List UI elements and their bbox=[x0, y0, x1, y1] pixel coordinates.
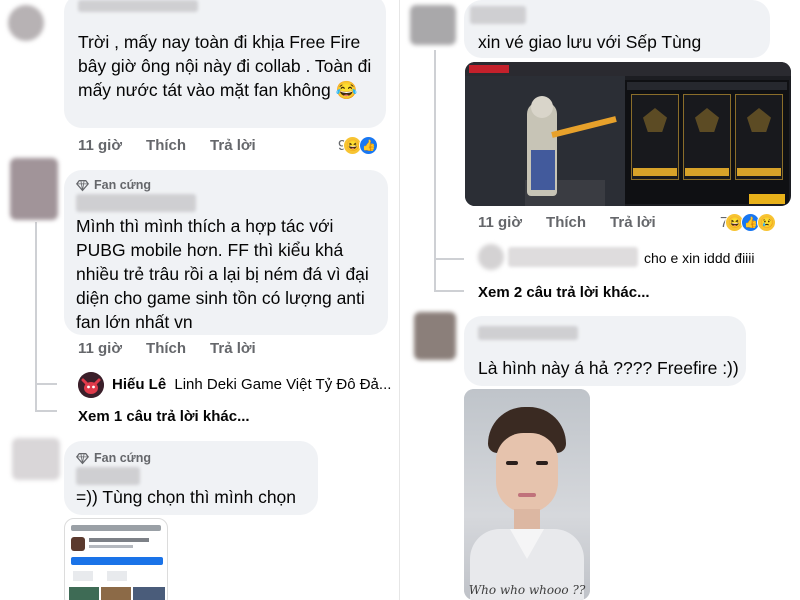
gamer-avatar-icon bbox=[78, 372, 104, 398]
commenter-name[interactable] bbox=[478, 326, 578, 340]
diamond-icon bbox=[76, 452, 89, 464]
commenter-avatar[interactable] bbox=[12, 438, 60, 480]
attached-app-screenshot[interactable] bbox=[64, 518, 168, 600]
comment-bubble: xin vé giao lưu với Sếp Tùng bbox=[464, 0, 770, 58]
reply-author[interactable] bbox=[508, 247, 638, 267]
thread-line bbox=[434, 258, 464, 260]
game-lobby-screenshot[interactable] bbox=[465, 62, 791, 206]
commenter-name[interactable] bbox=[76, 194, 196, 212]
comment-actions: 11 giờ Thích Trả lời bbox=[78, 137, 280, 154]
reply-author[interactable]: Hiếu Lê bbox=[112, 376, 166, 393]
commenter-name[interactable] bbox=[470, 6, 526, 24]
reply-link[interactable]: Trả lời bbox=[210, 137, 256, 154]
comment-actions: 11 giờ Thích Trả lời bbox=[478, 214, 680, 231]
like-link[interactable]: Thích bbox=[146, 137, 186, 154]
thread-line bbox=[35, 222, 37, 410]
commenter-avatar[interactable] bbox=[410, 5, 456, 45]
reply-avatar[interactable] bbox=[78, 372, 104, 398]
commenter-avatar[interactable] bbox=[8, 5, 44, 41]
comment-text: xin vé giao lưu với Sếp Tùng bbox=[478, 32, 702, 52]
comment-bubble: Trời , mấy nay toàn đi khịa Free Fire bâ… bbox=[64, 0, 386, 128]
commenter-name[interactable] bbox=[76, 467, 140, 485]
fan-badge: Fan cứng bbox=[76, 451, 151, 465]
commenter-avatar[interactable] bbox=[10, 158, 58, 220]
reply-snippet: Linh Deki Game Việt Tỷ Đô Đả... bbox=[174, 376, 392, 393]
reply-text: cho e xin iddd điiii bbox=[644, 250, 755, 266]
like-link[interactable]: Thích bbox=[146, 340, 186, 357]
comment-text: Là hình này á hả ???? Freefire :)) bbox=[478, 358, 739, 378]
portrait-caption: Who who whooo ?? bbox=[468, 583, 586, 597]
fan-badge-label: Fan cứng bbox=[94, 178, 151, 192]
fan-badge: Fan cứng bbox=[76, 178, 151, 192]
reaction-summary[interactable]: 9 😆 👍 bbox=[338, 136, 379, 155]
like-link[interactable]: Thích bbox=[546, 214, 586, 231]
right-comment-column: xin vé giao lưu với Sếp Tùng 11 giờ Thíc… bbox=[400, 0, 800, 600]
fan-badge-label: Fan cứng bbox=[94, 451, 151, 465]
view-more-replies-link[interactable]: Xem 1 câu trả lời khác... bbox=[78, 408, 250, 425]
commenter-avatar[interactable] bbox=[414, 312, 456, 360]
thread-line bbox=[35, 410, 57, 412]
reply-avatar[interactable] bbox=[478, 244, 504, 270]
reaction-summary[interactable]: 7 😆 👍 😢 bbox=[720, 213, 777, 232]
view-more-replies-link[interactable]: Xem 2 câu trả lời khác... bbox=[478, 284, 650, 301]
diamond-icon bbox=[76, 179, 89, 191]
comment-text: Trời , mấy nay toàn đi khịa Free Fire bâ… bbox=[78, 32, 372, 100]
thread-line bbox=[434, 290, 464, 292]
comment-time: 11 giờ bbox=[78, 340, 123, 357]
thread-line bbox=[434, 50, 436, 290]
left-comment-column: Trời , mấy nay toàn đi khịa Free Fire bâ… bbox=[0, 0, 400, 600]
comment-bubble: Fan cứng =)) Tùng chọn thì mình chọn bbox=[64, 441, 318, 515]
comment-bubble: Fan cứng Mình thì mình thích a hợp tác v… bbox=[64, 170, 388, 335]
commenter-name[interactable] bbox=[78, 0, 198, 12]
like-reaction-icon: 👍 bbox=[359, 136, 379, 155]
comment-text: Mình thì mình thích a hợp tác với PUBG m… bbox=[76, 216, 369, 332]
reply-link[interactable]: Trả lời bbox=[210, 340, 256, 357]
comment-time: 11 giờ bbox=[478, 214, 523, 231]
comment-bubble: Là hình này á hả ???? Freefire :)) bbox=[464, 316, 746, 386]
comment-text: =)) Tùng chọn thì mình chọn bbox=[76, 487, 297, 507]
reply-link[interactable]: Trả lời bbox=[610, 214, 656, 231]
reply-preview[interactable]: Hiếu Lê Linh Deki Game Việt Tỷ Đô Đả... bbox=[112, 376, 391, 393]
comment-actions: 11 giờ Thích Trả lời bbox=[78, 340, 280, 357]
comment-time: 11 giờ bbox=[78, 137, 123, 154]
portrait-image[interactable]: Who who whooo ?? bbox=[464, 389, 590, 600]
thread-line bbox=[35, 383, 57, 385]
sad-reaction-icon: 😢 bbox=[757, 213, 777, 232]
